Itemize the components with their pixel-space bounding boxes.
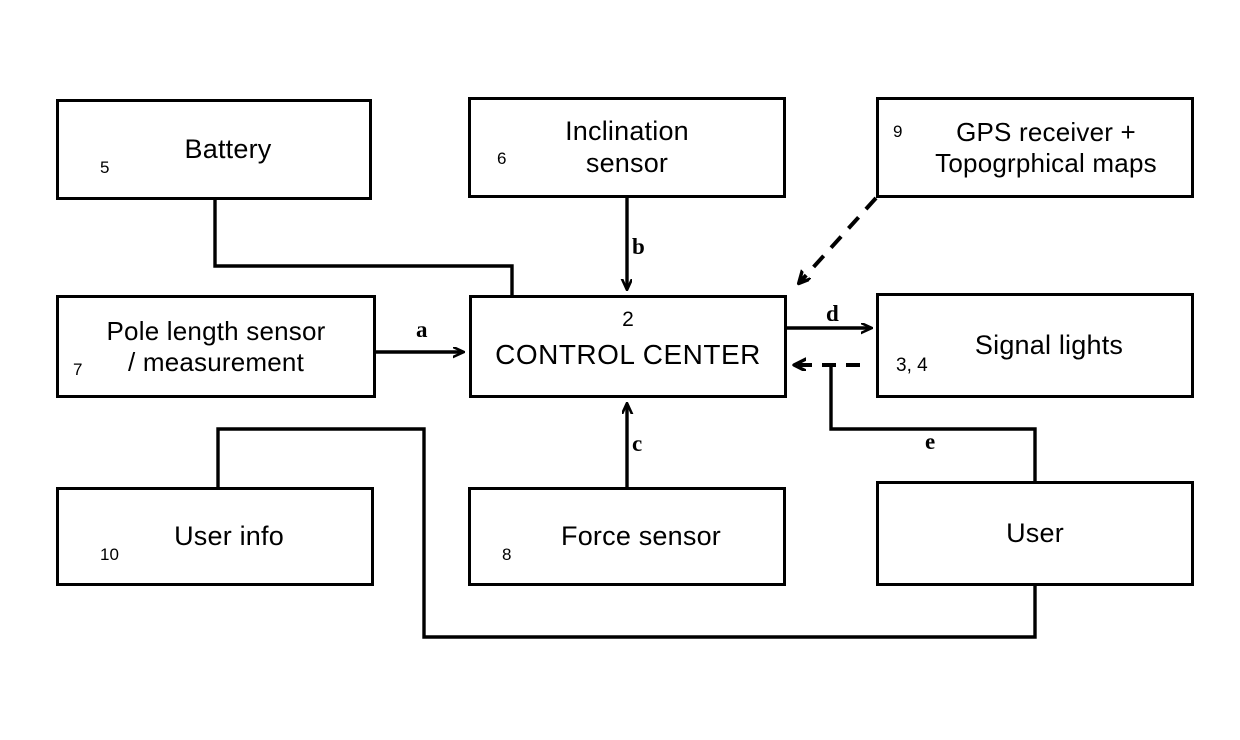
node-signal-lights[interactable]: 3, 4 Signal lights <box>876 293 1194 398</box>
wire-gps-to-control <box>800 196 878 282</box>
node-gps-receiver[interactable]: 9 GPS receiver + Topogrphical maps <box>876 97 1194 198</box>
node-control-center-ref: 2 <box>622 308 634 331</box>
node-inclination-sensor-label: Inclination sensor <box>565 115 689 178</box>
edge-label-d: d <box>826 301 839 326</box>
node-control-center-label: CONTROL CENTER <box>495 338 761 370</box>
node-inclination-sensor-ref: 6 <box>497 149 507 168</box>
node-user-label: User <box>1006 517 1064 548</box>
node-force-sensor-ref: 8 <box>502 545 512 564</box>
node-user-info-ref: 10 <box>100 545 119 564</box>
wire-battery-to-control <box>213 200 514 295</box>
node-user[interactable]: User <box>876 481 1194 586</box>
node-signal-lights-label: Signal lights <box>974 329 1124 360</box>
node-inclination-sensor[interactable]: 6 Inclination sensor <box>468 97 786 198</box>
node-user-info[interactable]: 10 User info <box>56 487 374 586</box>
node-user-info-label: User info <box>174 520 284 551</box>
node-gps-receiver-ref: 9 <box>893 122 903 141</box>
node-force-sensor[interactable]: 8 Force sensor <box>468 487 786 586</box>
block-diagram: 5 Battery 6 Inclination sensor 9 GPS rec… <box>0 0 1240 740</box>
edge-label-b: b <box>632 234 645 259</box>
edge-label-e: e <box>925 429 936 454</box>
node-battery[interactable]: 5 Battery <box>56 99 372 200</box>
edge-label-a: a <box>416 317 428 342</box>
node-control-center[interactable]: 2 CONTROL CENTER <box>469 295 787 398</box>
edge-label-c: c <box>632 431 643 456</box>
node-signal-lights-ref: 3, 4 <box>896 355 928 376</box>
node-battery-ref: 5 <box>100 158 110 177</box>
node-force-sensor-label: Force sensor <box>561 520 721 551</box>
node-battery-label: Battery <box>184 133 272 164</box>
node-gps-receiver-label: GPS receiver + Topogrphical maps <box>935 116 1157 178</box>
node-pole-length-sensor[interactable]: 7 Pole length sensor / measurement <box>56 295 376 398</box>
node-pole-length-sensor-label: Pole length sensor / measurement <box>106 315 326 377</box>
node-pole-length-sensor-ref: 7 <box>73 360 83 379</box>
